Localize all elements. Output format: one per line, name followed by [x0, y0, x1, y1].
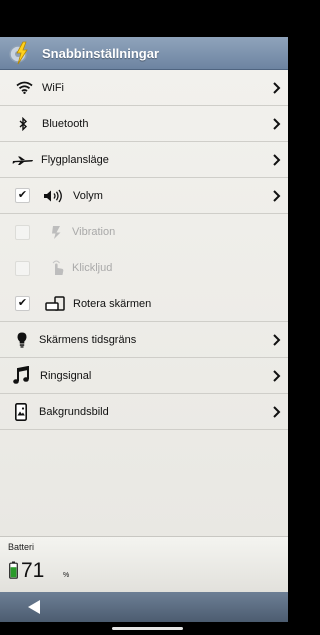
bluetooth-icon	[17, 116, 29, 131]
chevron-right-icon	[273, 334, 281, 346]
battery-unit: %	[63, 572, 70, 579]
menu-item-label: Bluetooth	[42, 117, 89, 130]
menu-item-label: Volym	[73, 189, 103, 202]
page-title: Snabbinställningar	[42, 45, 160, 61]
chevron-right-icon	[273, 154, 281, 166]
menu-item-wallpaper[interactable]: Bakgrundsbild	[0, 394, 288, 430]
vibration-icon	[50, 225, 64, 240]
volume-checkbox[interactable]: ✔	[15, 188, 30, 203]
menu-item-label: Skärmens tidsgräns	[39, 333, 137, 346]
menu-item-click-sound: Klickljud	[0, 250, 288, 286]
menu-item-screen-timeout[interactable]: Skärmens tidsgräns	[0, 322, 288, 358]
speaker-icon	[43, 189, 65, 203]
battery-label: Batteri	[8, 542, 35, 552]
status-bar	[0, 0, 288, 37]
menu-item-rotate-screen[interactable]: ✔ Rotera skärmen	[0, 286, 288, 322]
menu-item-vibration: Vibration	[0, 214, 288, 250]
navigation-bar	[0, 592, 288, 622]
touch-icon	[50, 259, 66, 277]
menu-item-label: Rotera skärmen	[73, 297, 152, 310]
chevron-right-icon	[273, 82, 281, 94]
battery-value: 71	[21, 559, 45, 582]
menu-item-volume[interactable]: ✔ Volym	[0, 178, 288, 214]
menu-item-label: Vibration	[72, 226, 116, 238]
menu-item-label: Klickljud	[72, 262, 113, 274]
app-header: Snabbinställningar	[0, 37, 288, 70]
rotate-screen-icon	[44, 296, 66, 311]
lightbulb-icon	[16, 332, 28, 348]
back-button[interactable]	[27, 599, 41, 615]
menu-item-label: Flygplansläge	[41, 153, 109, 166]
battery-panel: Batteri 71 %	[0, 536, 288, 592]
airplane-icon	[12, 155, 34, 165]
settings-list: WiFi Bluetooth Flygplansläge ✔ Volym Vib…	[0, 70, 288, 536]
click-sound-checkbox	[15, 260, 30, 276]
vibration-checkbox	[15, 224, 30, 240]
home-indicator[interactable]	[112, 627, 183, 630]
menu-item-wifi[interactable]: WiFi	[0, 70, 288, 106]
lightning-gear-icon	[7, 40, 33, 66]
chevron-right-icon	[273, 370, 281, 382]
menu-item-airplane-mode[interactable]: Flygplansläge	[0, 142, 288, 178]
battery-icon	[9, 561, 18, 584]
gesture-area	[0, 622, 288, 635]
chevron-right-icon	[273, 190, 281, 202]
wallpaper-icon	[14, 402, 28, 421]
menu-item-bluetooth[interactable]: Bluetooth	[0, 106, 288, 142]
music-note-icon	[12, 366, 30, 385]
chevron-right-icon	[273, 406, 281, 418]
chevron-right-icon	[273, 118, 281, 130]
wifi-icon	[15, 81, 33, 94]
menu-item-label: WiFi	[42, 81, 64, 94]
menu-item-ringtone[interactable]: Ringsignal	[0, 358, 288, 394]
menu-item-label: Bakgrundsbild	[39, 405, 109, 418]
rotate-screen-checkbox[interactable]: ✔	[15, 296, 30, 311]
menu-item-label: Ringsignal	[40, 369, 92, 382]
